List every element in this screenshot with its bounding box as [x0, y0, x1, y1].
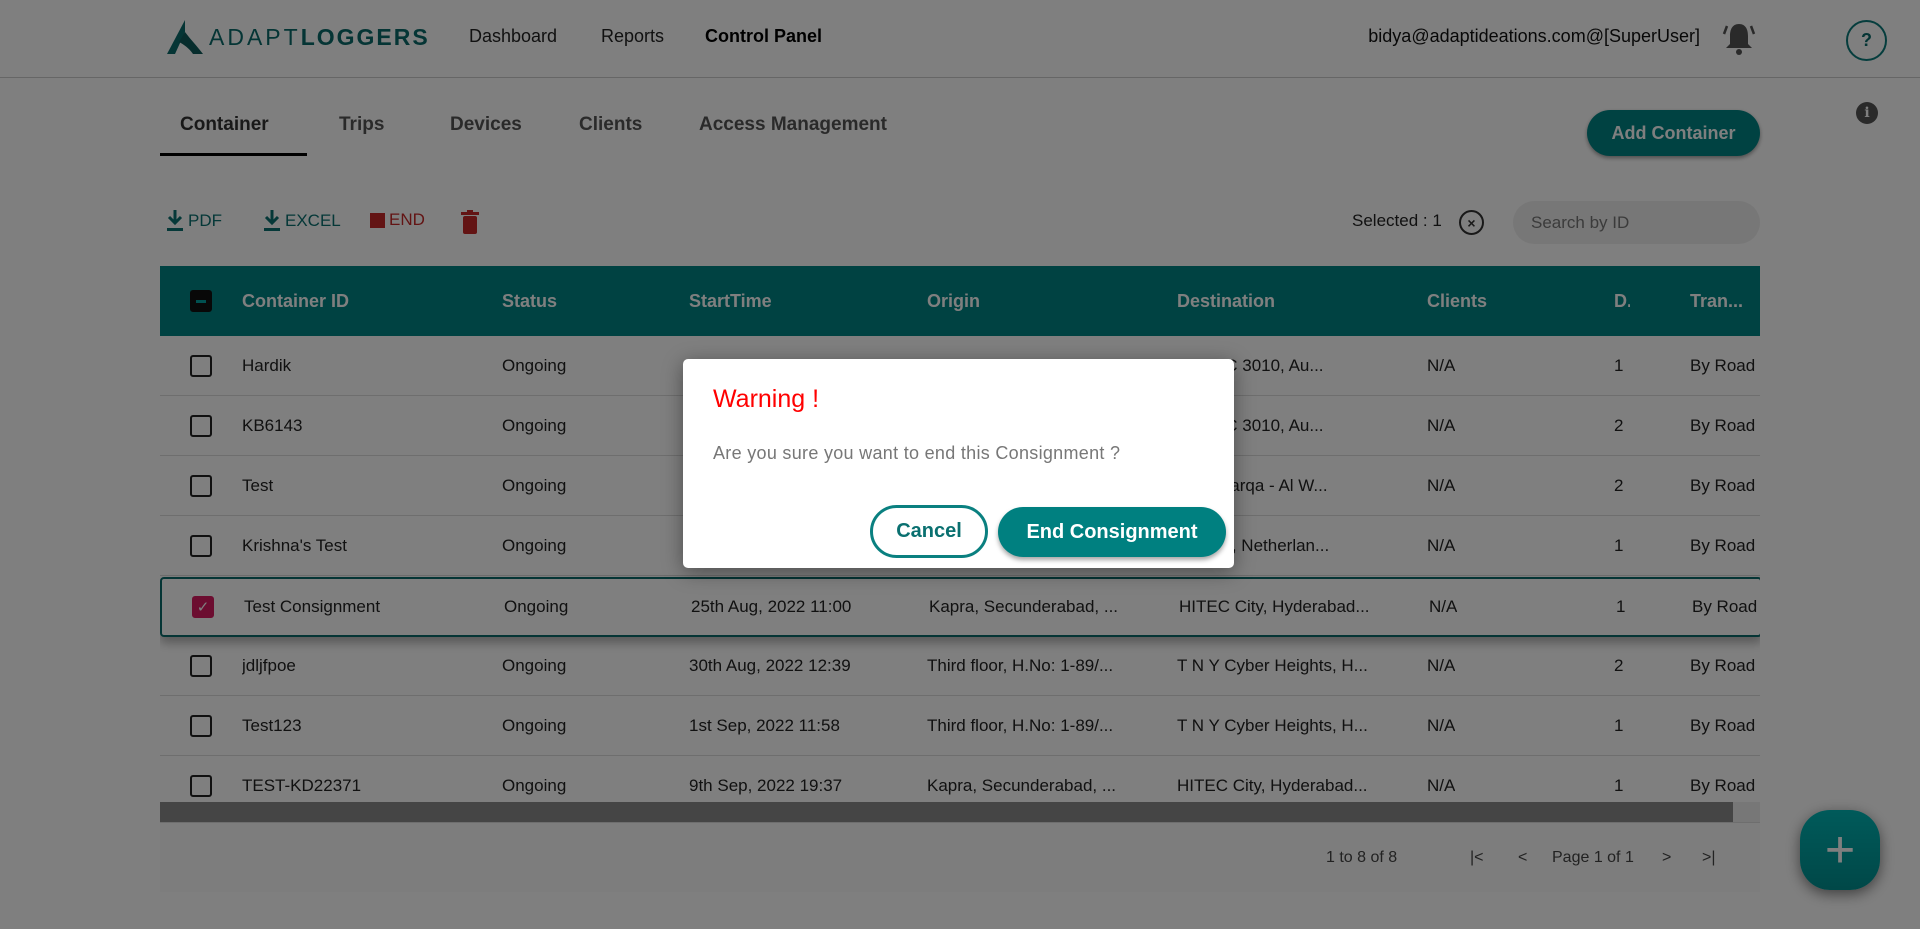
dialog-title: Warning ! [713, 385, 820, 413]
end-consignment-button[interactable]: End Consignment [998, 507, 1226, 557]
dialog-message: Are you sure you want to end this Consig… [713, 443, 1121, 463]
cancel-button[interactable]: Cancel [870, 505, 988, 558]
warning-dialog: Warning ! Are you sure you want to end t… [683, 359, 1234, 568]
